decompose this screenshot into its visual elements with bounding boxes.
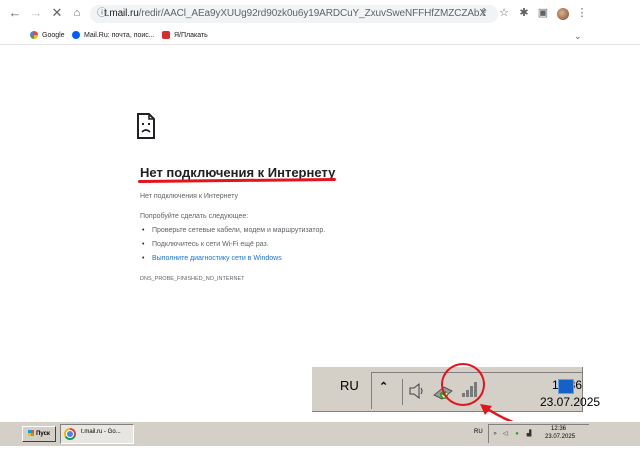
speaker-icon[interactable] (408, 381, 426, 401)
url-host: t.mail.ru (104, 8, 139, 19)
show-hidden-icons-icon[interactable]: ⌃ (379, 380, 388, 393)
forward-arrow-icon[interactable]: → (29, 6, 43, 20)
diagnostics-link[interactable]: Выполните диагностику сети в Windows (142, 255, 282, 262)
taskbar-speaker-icon[interactable]: ◁ (501, 430, 509, 438)
extensions-icon[interactable]: ✱ (518, 7, 530, 19)
taskbar-notification-area: » ◁ ● ▟ 12:36 23.07.2025 (488, 424, 589, 443)
bookmarks-bar: Google Mail.Ru: почта, поис... Я/Плакать… (0, 28, 640, 45)
sad-document-icon (137, 113, 155, 139)
bookmark-mailru[interactable]: Mail.Ru: почта, поис... (72, 30, 155, 42)
inset-language: RU (340, 378, 359, 393)
taskbar-signal-icon[interactable]: ▟ (525, 430, 533, 438)
bookmark-star-icon[interactable]: ☆ (498, 7, 510, 19)
stop-loading-icon[interactable]: ✕ (50, 6, 64, 20)
browser-toolbar: ← → ✕ ⌂ ⓘ t.mail.ru/redir/AACl_AEa9yXUUg… (0, 0, 640, 28)
url-path: /redir/AACl_AEa9yXUUg92rd90zk0u6y19ARDCu… (138, 8, 486, 19)
red-annotation-underline (137, 177, 337, 184)
taskbar-chrome-window[interactable]: t.mail.ru - Go... (60, 424, 134, 444)
taskbar-window-label: t.mail.ru - Go... (81, 429, 121, 435)
show-desktop-icon[interactable] (558, 379, 574, 394)
profile-avatar[interactable] (557, 8, 569, 20)
error-code: DNS_PROBE_FINISHED_NO_INTERNET (140, 276, 245, 282)
taskbar-network-icon[interactable]: ● (513, 430, 521, 438)
bookmark-google[interactable]: Google (30, 30, 65, 42)
suggestion-wifi: Подключитесь к сети Wi-Fi ещё раз. (142, 241, 269, 248)
sidepanel-icon[interactable]: ▣ (537, 7, 549, 19)
taskbar-clock-time: 12:36 (551, 426, 567, 432)
bookmark-plakat[interactable]: Я/Плакать (162, 30, 208, 42)
inset-separator (402, 379, 403, 405)
plakat-icon (162, 31, 170, 40)
windows-logo-icon (28, 430, 35, 437)
back-arrow-icon[interactable]: ← (8, 6, 22, 20)
bookmarks-overflow-icon[interactable]: ⌄ (574, 30, 582, 42)
taskbar-show-hidden-icon[interactable]: » (491, 430, 499, 438)
url-text: t.mail.ru/redir/AACl_AEa9yXUUg92rd90zk0u… (104, 8, 486, 19)
share-icon[interactable]: ⇪ (478, 7, 490, 19)
error-subtitle: Нет подключения к Интернету (140, 193, 238, 200)
taskbar-clock-date: 23.07.2025 (545, 434, 576, 440)
google-icon (30, 31, 38, 40)
home-icon[interactable]: ⌂ (70, 6, 84, 20)
taskbar-language[interactable]: RU (474, 429, 483, 435)
mailru-icon (72, 31, 80, 40)
try-heading: Попробуйте сделать следующее: (140, 213, 249, 220)
address-bar[interactable]: ⓘ t.mail.ru/redir/AACl_AEa9yXUUg92rd90zk… (90, 5, 498, 23)
menu-kebab-icon[interactable]: ⋮ (576, 7, 588, 19)
chrome-icon (64, 428, 76, 440)
suggestion-cables: Проверьте сетевые кабели, модем и маршру… (142, 227, 325, 234)
windows-taskbar: Пуск t.mail.ru - Go... RU » ◁ ● ▟ 12:36 … (0, 421, 640, 446)
start-button[interactable]: Пуск (22, 426, 56, 442)
